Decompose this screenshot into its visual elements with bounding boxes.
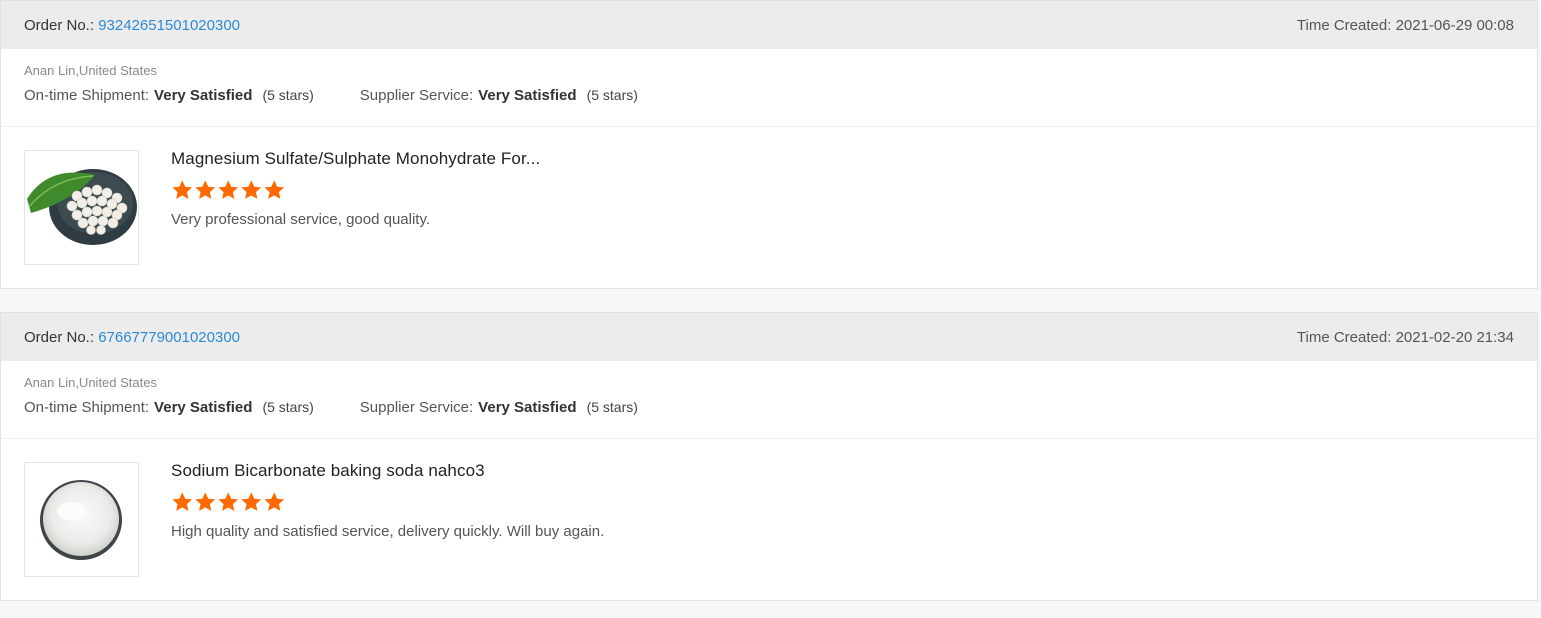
star-icon	[218, 492, 239, 511]
star-icon	[195, 180, 216, 199]
product-title[interactable]: Sodium Bicarbonate baking soda nahco3	[171, 461, 604, 481]
supplier-service-label: Supplier Service:	[359, 87, 474, 104]
time-created-value: 2021-02-20 21:34	[1395, 328, 1514, 346]
magnesium-sulfate-product-image[interactable]	[24, 150, 139, 265]
star-icon	[264, 180, 285, 199]
star-rating	[171, 179, 540, 203]
review-comment: Very professional service, good quality.	[171, 211, 431, 228]
order-number-link[interactable]: 93242651501020300	[98, 17, 240, 34]
star-icon	[172, 180, 193, 199]
order-number: Order No.: 67667779001020300	[24, 329, 240, 346]
star-icon	[195, 492, 216, 511]
supplier-service-value: Very Satisfied	[478, 87, 577, 104]
supplier-service-stars: (5 stars)	[586, 87, 638, 103]
supplier-service-value: Very Satisfied	[478, 399, 577, 416]
baking-soda-product-image[interactable]	[24, 462, 139, 577]
supplier-service-stars: (5 stars)	[586, 399, 638, 415]
review-card: Order No.: 67667779001020300 Time Create…	[0, 312, 1538, 601]
buyer-section: Anan Lin,United States On-time Shipment:…	[1, 361, 1537, 439]
buyer-section: Anan Lin,United States On-time Shipment:…	[1, 49, 1537, 127]
product-info: Magnesium Sulfate/Sulphate Monohydrate F…	[171, 149, 540, 228]
order-header: Order No.: 93242651501020300 Time Create…	[1, 1, 1537, 49]
time-created-value: 2021-06-29 00:08	[1395, 16, 1514, 34]
on-time-shipment-label: On-time Shipment:	[24, 87, 150, 104]
product-info: Sodium Bicarbonate baking soda nahco3 Hi…	[171, 461, 604, 540]
order-header: Order No.: 67667779001020300 Time Create…	[1, 313, 1537, 361]
order-number: Order No.: 93242651501020300	[24, 17, 240, 34]
ratings-row: On-time Shipment: Very Satisfied (5 star…	[24, 399, 1514, 416]
review-comment: High quality and satisfied service, deli…	[171, 523, 605, 540]
supplier-service-rating: Supplier Service: Very Satisfied (5 star…	[360, 87, 638, 104]
review-card: Order No.: 93242651501020300 Time Create…	[0, 0, 1538, 289]
time-created: Time Created: 2021-02-20 21:34	[1297, 329, 1514, 346]
star-icon	[241, 492, 262, 511]
supplier-service-rating: Supplier Service: Very Satisfied (5 star…	[360, 399, 638, 416]
time-created-label: Time Created:	[1296, 328, 1396, 346]
order-no-label: Order No.:	[24, 16, 99, 34]
buyer-name: Anan Lin,United States	[24, 375, 157, 390]
order-no-label: Order No.:	[24, 328, 99, 346]
star-rating	[171, 491, 604, 515]
on-time-shipment-value: Very Satisfied	[154, 399, 253, 416]
product-section: Sodium Bicarbonate baking soda nahco3 Hi…	[1, 439, 1537, 599]
on-time-shipment-rating: On-time Shipment: Very Satisfied (5 star…	[24, 87, 314, 104]
supplier-service-label: Supplier Service:	[359, 399, 474, 416]
star-icon	[218, 180, 239, 199]
product-title[interactable]: Magnesium Sulfate/Sulphate Monohydrate F…	[171, 149, 540, 169]
star-icon	[241, 180, 262, 199]
star-icon	[172, 492, 193, 511]
order-number-link[interactable]: 67667779001020300	[98, 329, 240, 346]
on-time-shipment-label: On-time Shipment:	[24, 399, 150, 416]
time-created-label: Time Created:	[1296, 16, 1396, 34]
product-section: Magnesium Sulfate/Sulphate Monohydrate F…	[1, 127, 1537, 287]
on-time-shipment-value: Very Satisfied	[154, 87, 253, 104]
buyer-name: Anan Lin,United States	[24, 63, 157, 78]
on-time-shipment-rating: On-time Shipment: Very Satisfied (5 star…	[24, 399, 314, 416]
ratings-row: On-time Shipment: Very Satisfied (5 star…	[24, 87, 1514, 104]
star-icon	[264, 492, 285, 511]
on-time-shipment-stars: (5 stars)	[262, 87, 314, 103]
on-time-shipment-stars: (5 stars)	[262, 399, 314, 415]
time-created: Time Created: 2021-06-29 00:08	[1297, 17, 1514, 34]
